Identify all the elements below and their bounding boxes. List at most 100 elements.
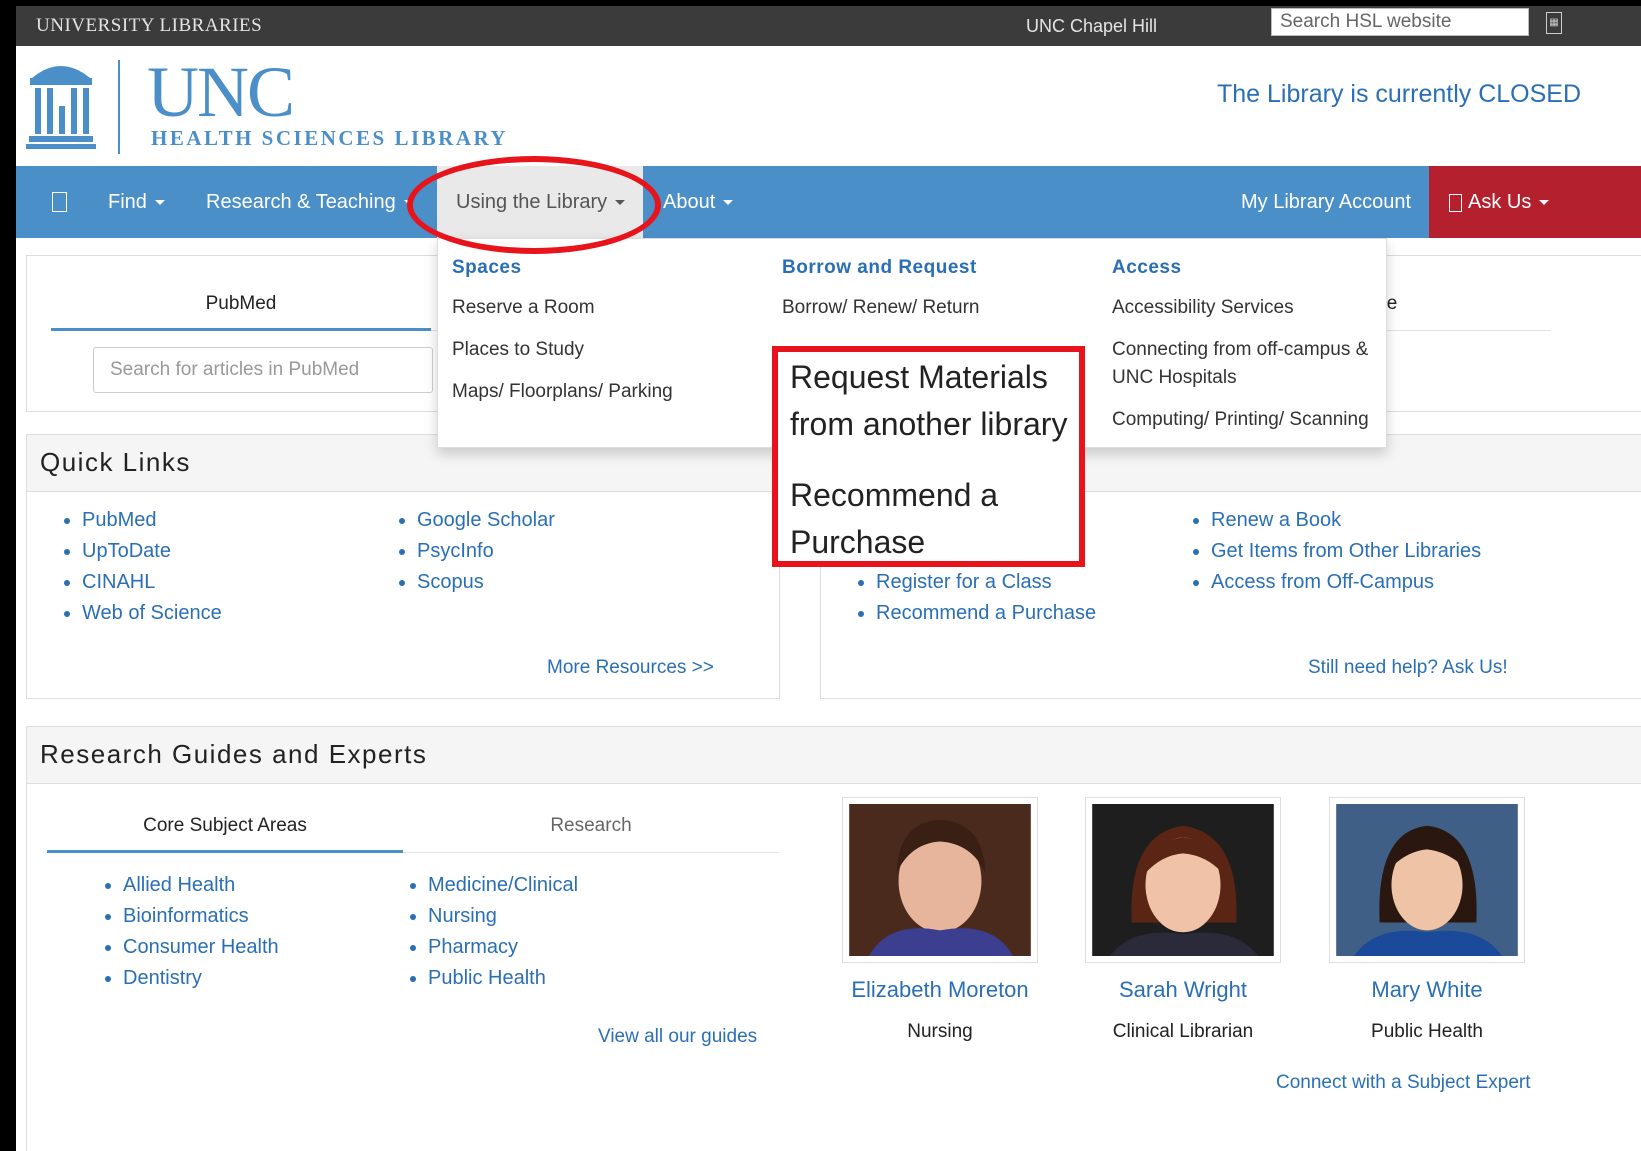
services-list-2: Renew a Book Get Items from Other Librar… [1191,505,1481,598]
google-scholar-link[interactable]: Google Scholar [417,509,555,531]
allied-health-link[interactable]: Allied Health [123,874,235,896]
tab-pubmed[interactable]: PubMed [51,293,431,315]
expert-photo-1[interactable] [842,797,1038,963]
list-item[interactable]: Nursing [428,901,578,932]
list-item[interactable]: Allied Health [123,870,279,901]
pharmacy-link[interactable]: Pharmacy [428,936,518,958]
callout-line-2: from another library [790,406,1068,442]
recommend-purchase-link[interactable]: Recommend a Purchase [876,602,1096,624]
consumer-health-link[interactable]: Consumer Health [123,936,279,958]
list-item[interactable]: Bioinformatics [123,901,279,932]
off-campus-connect-link[interactable]: Connecting from off-campus & [1112,336,1368,364]
list-item[interactable]: Google Scholar [417,505,555,536]
dentistry-link[interactable]: Dentistry [123,967,202,989]
list-item[interactable]: Consumer Health [123,932,279,963]
quick-links-panel: Quick Links PubMed UpToDate CINAHL Web o… [26,434,780,699]
uptodate-link[interactable]: UpToDate [82,540,171,562]
library-hours-status[interactable]: The Library is currently CLOSED [1217,80,1581,109]
accessibility-services-link[interactable]: Accessibility Services [1112,294,1294,322]
connect-expert-link[interactable]: Connect with a Subject Expert [1276,1072,1531,1094]
list-item[interactable]: Recommend a Purchase [876,598,1096,629]
old-well-logo-icon[interactable] [26,58,96,150]
tab-research[interactable]: Research [403,815,779,837]
nav-about[interactable]: About [663,166,734,238]
nav-about-label: About [663,191,716,213]
expert-photo-3[interactable] [1329,797,1525,963]
cinahl-link[interactable]: CINAHL [82,571,155,593]
active-tab-underline [51,328,431,331]
logo-wordmark[interactable]: UNC [147,52,295,132]
unc-hospitals-link[interactable]: UNC Hospitals [1112,364,1237,392]
list-item[interactable]: Renew a Book [1211,505,1481,536]
main-navbar: Find Research & Teaching Using the Libra… [16,166,1641,238]
person-photo-icon [1092,804,1274,956]
list-item[interactable]: UpToDate [82,536,222,567]
utility-bar: UNIVERSITY LIBRARIES UNC Chapel Hill ▦ [16,6,1641,46]
nav-find-label: Find [108,191,147,213]
places-to-study-link[interactable]: Places to Study [452,336,584,364]
ask-us-label: Ask Us [1449,166,1550,238]
view-all-guides-link[interactable]: View all our guides [598,1026,757,1048]
nursing-link[interactable]: Nursing [428,905,497,927]
list-item[interactable]: PsycInfo [417,536,555,567]
expert-role-1: Nursing [907,1021,973,1042]
dropdown-heading-borrow[interactable]: Borrow and Request [782,257,977,279]
page: UNIVERSITY LIBRARIES UNC Chapel Hill ▦ U… [16,6,1641,1151]
highlight-ellipse-annotation [407,156,661,254]
register-class-link[interactable]: Register for a Class [876,571,1052,593]
logo-subtitle[interactable]: HEALTH SCIENCES LIBRARY [151,126,508,151]
bioinformatics-link[interactable]: Bioinformatics [123,905,249,927]
off-campus-access-link[interactable]: Access from Off-Campus [1211,571,1434,593]
university-libraries-link[interactable]: UNIVERSITY LIBRARIES [36,15,262,37]
core-subjects-list-2: Medicine/Clinical Nursing Pharmacy Publi… [408,870,578,994]
list-item[interactable]: Scopus [417,567,555,598]
list-item[interactable]: Web of Science [82,598,222,629]
pubmed-link[interactable]: PubMed [82,509,157,531]
home-icon[interactable] [52,192,67,212]
callout-line-3: Recommend a [790,477,999,513]
list-item[interactable]: PubMed [82,505,222,536]
public-health-link[interactable]: Public Health [428,967,546,989]
list-item[interactable]: Register for a Class [876,567,1096,598]
get-items-link[interactable]: Get Items from Other Libraries [1211,540,1481,562]
ask-us-help-link[interactable]: Still need help? Ask Us! [1308,657,1508,679]
expert-name-3[interactable]: Mary White [1329,977,1525,1003]
expert-photo-2[interactable] [1085,797,1281,963]
tab-core-subject-areas[interactable]: Core Subject Areas [47,815,403,837]
nav-research-label: Research & Teaching [206,191,396,213]
list-item[interactable]: Get Items from Other Libraries [1211,536,1481,567]
web-of-science-link[interactable]: Web of Science [82,602,222,624]
list-item[interactable]: Dentistry [123,963,279,994]
unc-chapel-hill-link[interactable]: UNC Chapel Hill [1026,16,1157,37]
pubmed-search-input[interactable] [93,347,433,393]
list-item[interactable]: Medicine/Clinical [428,870,578,901]
list-item[interactable]: Pharmacy [428,932,578,963]
research-guides-title: Research Guides and Experts [40,739,428,769]
nav-research-teaching[interactable]: Research & Teaching [206,166,414,238]
medicine-clinical-link[interactable]: Medicine/Clinical [428,874,578,896]
reserve-room-link[interactable]: Reserve a Room [452,294,595,322]
chevron-down-icon [1539,200,1550,206]
my-library-account-link[interactable]: My Library Account [1241,166,1411,238]
dropdown-heading-access[interactable]: Access [1112,257,1182,279]
list-item[interactable]: CINAHL [82,567,222,598]
site-search-input[interactable] [1271,8,1529,36]
scopus-link[interactable]: Scopus [417,571,484,593]
ask-us-menu[interactable]: Ask Us [1429,166,1641,238]
dropdown-heading-spaces[interactable]: Spaces [452,257,522,279]
psycinfo-link[interactable]: PsycInfo [417,540,494,562]
active-tab-underline [47,850,403,853]
maps-floorplans-link[interactable]: Maps/ Floorplans/ Parking [452,378,673,406]
nav-find[interactable]: Find [108,166,165,238]
expert-name-1[interactable]: Elizabeth Moreton [842,977,1038,1003]
computing-printing-link[interactable]: Computing/ Printing/ Scanning [1112,406,1369,434]
expert-name-2[interactable]: Sarah Wright [1085,977,1281,1003]
borrow-renew-return-link[interactable]: Borrow/ Renew/ Return [782,294,979,322]
list-item[interactable]: Public Health [428,963,578,994]
search-submit-icon[interactable]: ▦ [1546,12,1562,34]
renew-book-link[interactable]: Renew a Book [1211,509,1341,531]
more-resources-link[interactable]: More Resources >> [547,657,714,679]
list-item[interactable]: Access from Off-Campus [1211,567,1481,598]
services-list-1: Register for a Class Recommend a Purchas… [856,567,1096,629]
expert-role-3: Public Health [1371,1021,1483,1042]
